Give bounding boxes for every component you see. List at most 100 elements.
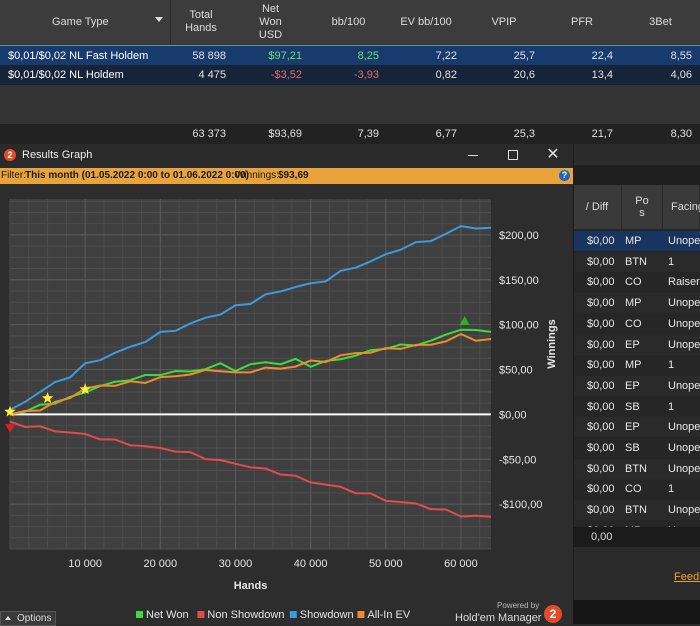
window-title: Results Graph (22, 149, 93, 161)
column-header-3bet[interactable]: 3Bet (621, 0, 700, 44)
hand-row[interactable]: $0,00 MP Unope (573, 293, 700, 314)
cell-diff: $0,00 (587, 255, 615, 268)
hand-row[interactable]: $0,00 CO Unope (573, 313, 700, 334)
triangle-down-marker-icon (5, 423, 15, 433)
header-label: PFR (571, 15, 593, 28)
cell-bb100: -3,93 (353, 69, 379, 81)
cell-ev-bb100: 7,22 (435, 50, 457, 62)
y-tick-label: $100,00 (499, 320, 539, 332)
x-tick-label: 50 000 (369, 558, 403, 570)
series-line-showdown (9, 225, 492, 411)
cell-diff: $0,00 (587, 483, 615, 496)
column-header-game-type[interactable]: Game Type (0, 0, 171, 44)
column-header-position[interactable]: Po s (622, 185, 663, 229)
powered-by-text: Powered by (497, 601, 540, 610)
cell-3bet: 8,55 (670, 50, 692, 62)
column-header-facing[interactable]: Facing (663, 185, 700, 229)
column-header-ev-bb100[interactable]: EV bb/100 (387, 0, 466, 44)
x-tick-label: 10 000 (68, 558, 102, 570)
minimize-icon[interactable] (468, 155, 478, 156)
table-top-strip (573, 165, 700, 185)
hand-row[interactable]: $0,00 EP Unope (573, 375, 700, 396)
total-vpip: 25,3 (513, 128, 535, 140)
column-header-diff[interactable]: / Diff (573, 185, 622, 229)
cell-game-type: $0,01/$0,02 NL Holdem (8, 69, 124, 81)
footer-total: 0,00 (573, 527, 700, 547)
total-bb100: 7,39 (357, 128, 379, 140)
hand-row[interactable]: $0,00 BTN Unope (573, 458, 700, 479)
x-tick-label: 30 000 (219, 558, 253, 570)
cell-total-hands: 58 898 (192, 50, 226, 62)
filter-text: This month (01.05.2022 0:00 to 01.06.202… (25, 170, 249, 181)
help-icon[interactable]: ? (559, 170, 570, 181)
hand-row[interactable]: $0,00SB1 Limp (573, 396, 700, 433)
hand-row[interactable]: $0,00 CO Raiser (573, 272, 700, 293)
maximize-icon[interactable] (508, 150, 518, 160)
cell-diff: $0,00 (587, 442, 615, 454)
cell-position: EP (625, 379, 640, 392)
column-header-bb100[interactable]: bb/100 (310, 0, 388, 44)
totals-row: 63 373 $93,69 7,39 6,77 25,3 21,7 8,30 (0, 124, 700, 144)
cell-position: EP (625, 338, 640, 351)
brand-name: Hold'em Manager (455, 612, 542, 624)
x-axis-label: Hands (234, 580, 268, 592)
cell-position: MP (625, 235, 642, 247)
hand-row[interactable]: $0,00 BTN Unope (573, 500, 700, 521)
feedback-link[interactable]: Feedb (674, 571, 700, 583)
column-header-pfr[interactable]: PFR (543, 0, 622, 44)
cell-facing: Unope (668, 379, 700, 392)
options-label: Options (17, 613, 52, 624)
y-tick-label: -$50,00 (499, 454, 536, 466)
cell-diff: $0,00 (587, 504, 615, 517)
legend-entry: All-In EV (367, 609, 410, 621)
cell-position: BTN (625, 255, 647, 268)
cell-facing: Unope (668, 421, 700, 434)
cell-diff: $0,00 (587, 338, 615, 351)
close-icon[interactable]: ✕ (546, 145, 560, 165)
y-axis-label: Winnings (546, 319, 558, 368)
cell-facing: Unope (668, 317, 700, 330)
y-tick-label: $150,00 (499, 275, 539, 287)
hand-row[interactable]: $0,00 EP Unope (573, 417, 700, 438)
legend-entry: Net Won (146, 609, 189, 621)
hand-row[interactable]: $0,00BTN1 Raise (573, 251, 700, 288)
cell-facing: Unope (668, 462, 700, 475)
header-label: bb/100 (331, 15, 366, 28)
filter-bar: Filter: This month (01.05.2022 0:00 to 0… (0, 168, 573, 184)
cell-vpip: 25,7 (513, 50, 535, 62)
legend-swatch (136, 611, 143, 618)
hand-row[interactable]: $0,00 MP Unope (573, 231, 700, 251)
cell-vpip: 20,6 (513, 69, 535, 81)
cell-net-won: $97,21 (268, 50, 302, 62)
hand-row[interactable]: $0,00 SB Unope (573, 438, 700, 458)
column-header-net-won[interactable]: Net Won USD (231, 0, 311, 44)
table-row[interactable]: $0,01/$0,02 NL Fast Holdem 58 898 $97,21… (0, 45, 700, 66)
results-chart: $200,00 $150,00 $100,00 $50,00 $0,00 -$50,00 -… (4, 199, 558, 621)
y-tick-label: $0,00 (499, 409, 527, 421)
hand-row[interactable]: $0,00 EP Unope (573, 334, 700, 355)
stats-table: Game Type Total Hands Net Won USD bb/100… (0, 0, 700, 144)
column-header-vpip[interactable]: VPIP (465, 0, 544, 44)
series-line-all-in-ev (9, 333, 492, 416)
cell-position: MP (625, 359, 642, 372)
legend-entry: Showdown (300, 609, 354, 621)
sort-chevron-icon[interactable] (155, 17, 163, 22)
cell-position: BTN (625, 504, 647, 517)
cell-position: CO (625, 276, 642, 289)
total-pfr: 21,7 (591, 128, 613, 140)
legend-swatch (357, 611, 365, 618)
hand-row[interactable]: $0,00CO1 Raise (573, 479, 700, 515)
cell-3bet: 4,06 (670, 69, 692, 81)
cell-facing: Unope (668, 504, 700, 517)
window-titlebar[interactable]: 2 Results Graph ✕ (0, 144, 573, 168)
cell-facing: Unope (668, 297, 700, 310)
table-row[interactable]: $0,01/$0,02 NL Holdem 4 475 -$3,52 -3,93… (0, 65, 700, 85)
header-label: EV bb/100 (400, 15, 452, 28)
cell-diff: $0,00 (587, 235, 615, 247)
column-header-total-hands[interactable]: Total Hands (171, 0, 232, 44)
hands-table: / Diff Po s Facing $0,00MPUnope$0,00BTN1… (573, 165, 700, 547)
bottom-right-bar (573, 600, 700, 624)
y-tick-label: $200,00 (499, 230, 539, 242)
hand-row[interactable]: $0,00MP1 Raise (573, 355, 700, 391)
cell-diff: $0,00 (587, 462, 615, 475)
